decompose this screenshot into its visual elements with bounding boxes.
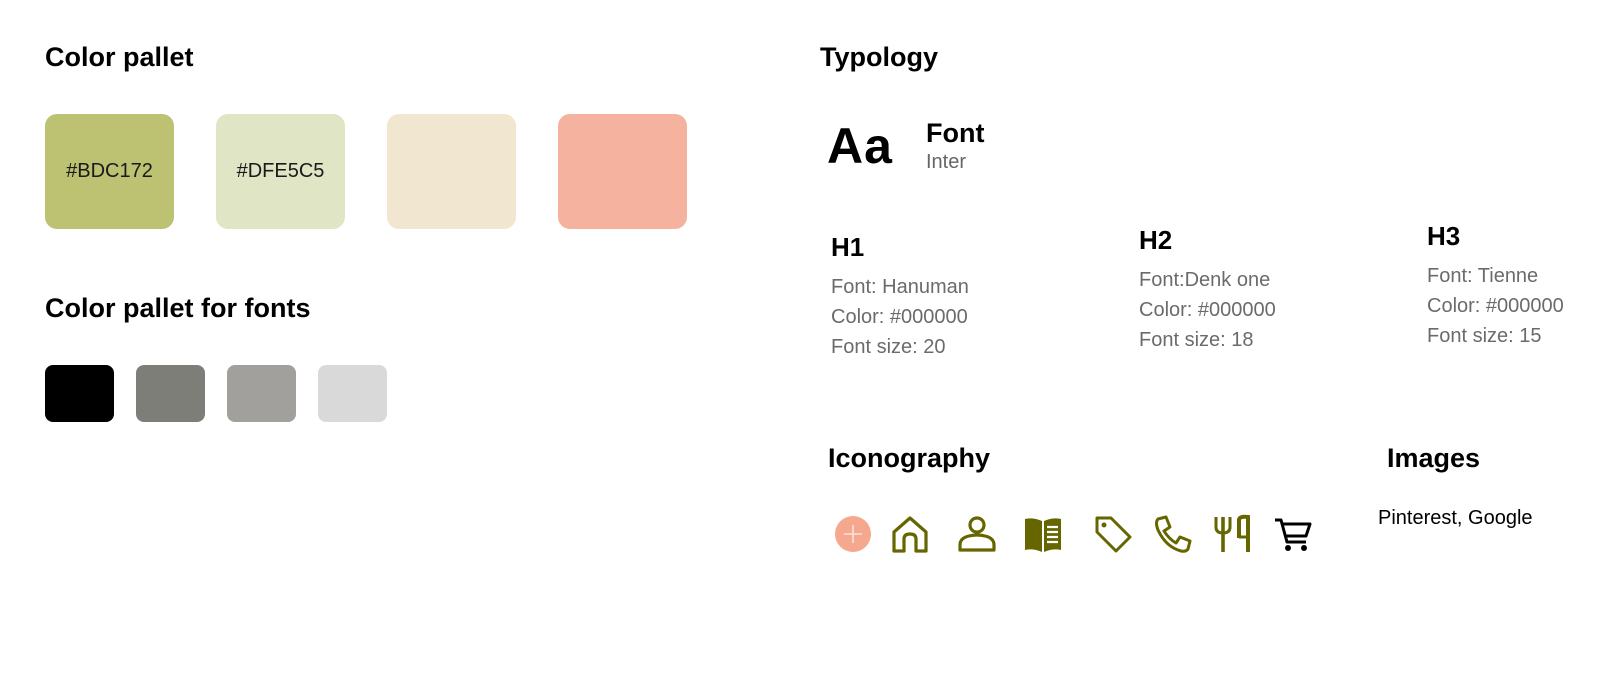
heading-color: Color: #000000	[1139, 299, 1276, 321]
heading-color: Color: #000000	[1427, 295, 1564, 317]
swatch-1-label: #BDC172	[66, 160, 153, 182]
heading-font: Font: Hanuman	[831, 276, 969, 298]
utensils-icon	[1214, 514, 1250, 552]
heading-size: Font size: 20	[831, 336, 946, 358]
font-swatch-dark-gray	[136, 365, 205, 422]
plus-circle-icon	[835, 516, 871, 552]
heading-spec-h2: H2 Font:Denk one Color: #000000 Font siz…	[1139, 225, 1276, 355]
font-swatch-light-gray	[318, 365, 387, 422]
font-swatch-black	[45, 365, 114, 422]
heading-name: H2	[1139, 225, 1173, 255]
typology-title: Typology	[820, 42, 938, 72]
book-open-icon	[1025, 518, 1061, 552]
swatch-4	[558, 114, 687, 229]
heading-spec-h1: H1 Font: Hanuman Color: #000000 Font siz…	[831, 232, 969, 362]
font-name: Inter	[926, 151, 967, 173]
heading-font: Font:Denk one	[1139, 269, 1271, 291]
swatch-2-label: #DFE5C5	[236, 160, 325, 182]
heading-color: Color: #000000	[831, 306, 968, 328]
font-sample: Aa	[827, 118, 893, 174]
swatch-1: #BDC172	[45, 114, 174, 229]
user-icon	[958, 516, 996, 552]
images-sources: Pinterest, Google	[1378, 507, 1533, 529]
phone-icon	[1155, 515, 1192, 553]
font-label: Font	[926, 118, 985, 148]
heading-size: Font size: 18	[1139, 329, 1254, 351]
color-pallet-title: Color pallet	[45, 42, 194, 72]
home-icon	[892, 516, 928, 553]
font-swatch-gray	[227, 365, 296, 422]
heading-spec-h3: H3 Font: Tienne Color: #000000 Font size…	[1427, 221, 1564, 351]
tag-icon	[1095, 516, 1132, 553]
swatch-3	[387, 114, 516, 229]
heading-name: H1	[831, 232, 865, 262]
heading-size: Font size: 15	[1427, 325, 1542, 347]
images-title: Images	[1387, 443, 1481, 473]
heading-name: H3	[1427, 221, 1461, 251]
cart-icon	[1275, 518, 1312, 551]
font-pallet-title: Color pallet for fonts	[45, 293, 311, 323]
iconography-title: Iconography	[828, 443, 991, 473]
swatch-2: #DFE5C5	[216, 114, 345, 229]
heading-font: Font: Tienne	[1427, 265, 1539, 287]
